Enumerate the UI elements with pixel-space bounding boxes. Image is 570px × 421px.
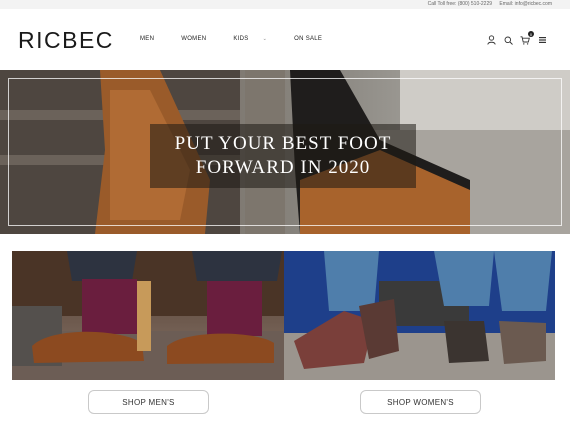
cart-icon[interactable]: 0: [519, 31, 534, 46]
nav-item-women[interactable]: WOMEN: [181, 36, 206, 42]
hero-banner[interactable]: PUT YOUR BEST FOOT FORWARD IN 2020: [0, 70, 570, 234]
womens-promo-image[interactable]: [284, 251, 555, 380]
toll-free-phone[interactable]: Call Toll free: (800) 510-2229: [428, 1, 492, 7]
chevron-down-icon: ⌄: [262, 36, 268, 42]
mens-shoes-photo: [12, 251, 284, 380]
site-header: RICBEC MEN WOMEN KIDS ⌄ ON SALE 0: [0, 9, 570, 70]
nav-item-on-sale[interactable]: ON SALE: [294, 36, 322, 42]
hero-caption: PUT YOUR BEST FOOT FORWARD IN 2020: [150, 124, 416, 188]
mens-promo-image[interactable]: [12, 251, 284, 380]
nav-item-men[interactable]: MEN: [140, 36, 154, 42]
hero-headline-line1: PUT YOUR BEST FOOT: [174, 133, 392, 154]
hero-headline-line2: FORWARD IN 2020: [195, 157, 371, 178]
main-nav: MEN WOMEN KIDS ⌄ ON SALE: [140, 36, 349, 42]
womens-shoes-photo: [284, 251, 555, 380]
nav-label: ON SALE: [294, 36, 323, 42]
nav-label: KIDS: [233, 36, 249, 42]
nav-label: MEN: [140, 36, 155, 42]
shop-mens-button[interactable]: SHOP MEN'S: [88, 390, 209, 414]
header-icons: 0: [480, 31, 548, 46]
top-bar: Call Toll free: (800) 510-2229 Email: in…: [0, 0, 570, 9]
menu-icon[interactable]: [536, 34, 548, 46]
shop-womens-button[interactable]: SHOP WOMEN'S: [360, 390, 481, 414]
nav-item-kids[interactable]: KIDS ⌄: [233, 36, 267, 42]
cart-count-badge: 0: [528, 31, 534, 37]
nav-label: WOMEN: [181, 36, 207, 42]
contact-info: Call Toll free: (800) 510-2229 Email: in…: [422, 1, 552, 7]
search-icon[interactable]: [502, 34, 514, 46]
user-icon[interactable]: [485, 34, 497, 46]
site-logo[interactable]: RICBEC: [18, 27, 114, 54]
contact-email[interactable]: Email: info@ricbec.com: [499, 1, 552, 7]
